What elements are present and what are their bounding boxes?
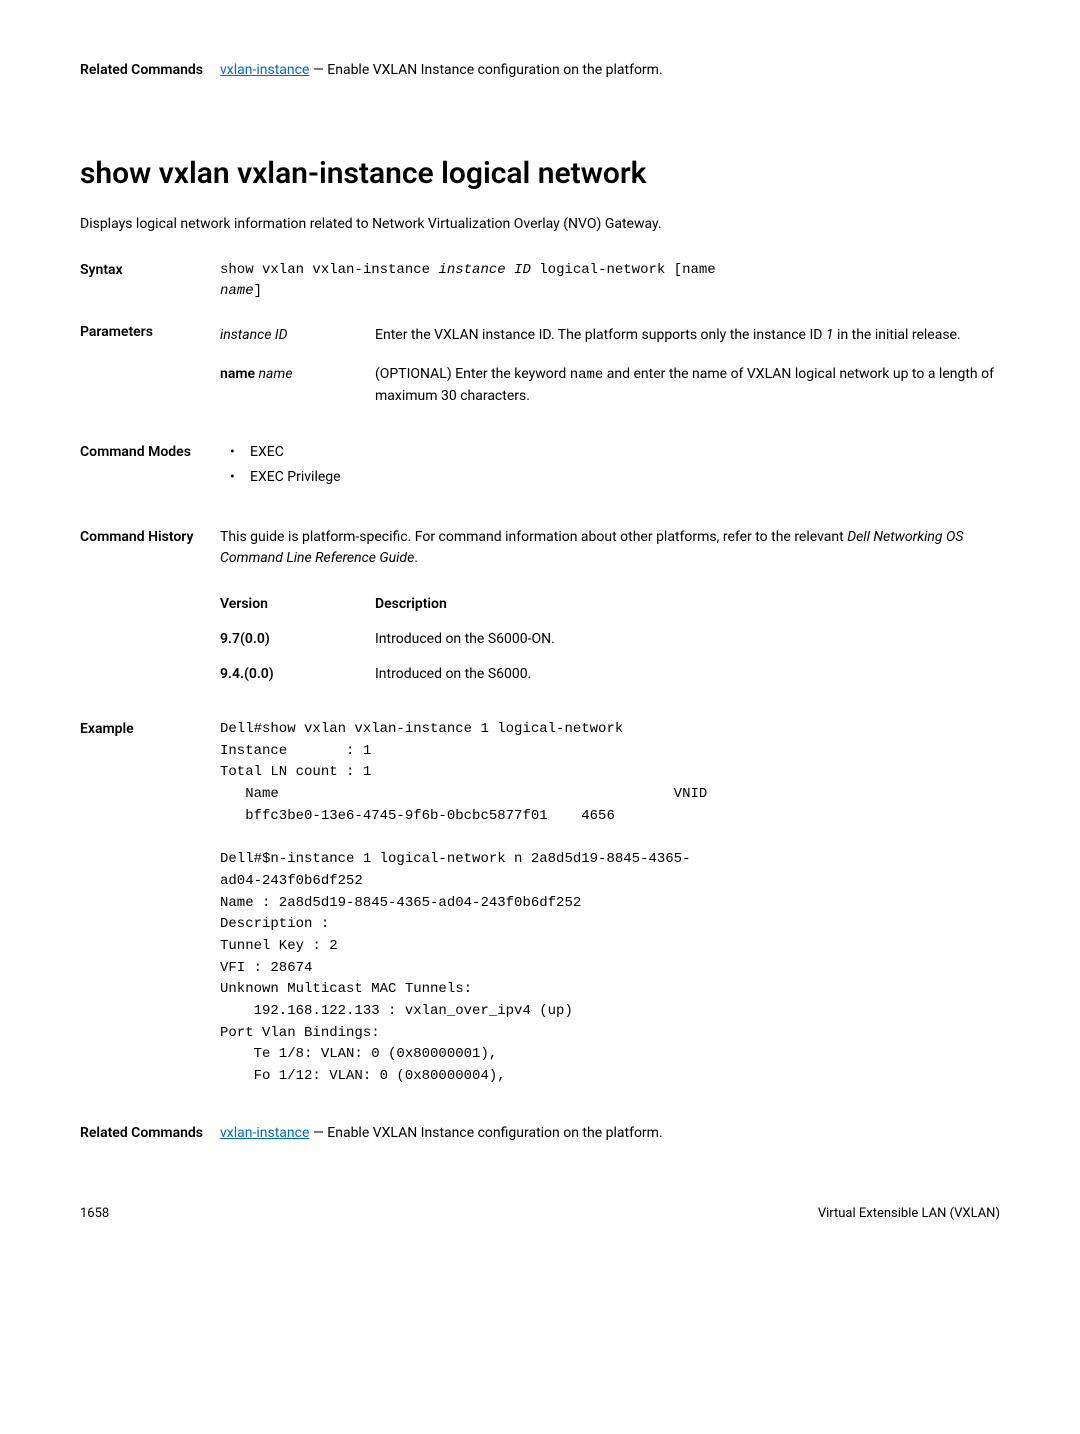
bottom-related-label-text: Related Commands [80, 1125, 203, 1141]
example-content: Dell#show vxlan vxlan-instance 1 logical… [220, 719, 1000, 1088]
mode-item-0: EXEC [230, 442, 1000, 463]
history-label: Command History [80, 527, 220, 548]
history-intro-post: . [414, 550, 418, 566]
history-row-0: 9.7(0.0) Introduced on the S6000-ON. [220, 629, 1000, 650]
param-table: instance ID Enter the VXLAN instance ID.… [220, 325, 1000, 407]
param-name-0: instance ID [220, 325, 375, 346]
syntax-post: logical-network [name [531, 262, 724, 278]
bottom-related-commands: Related Commands vxlan-instance — Enable… [80, 1123, 1000, 1144]
parameters-row: Parameters instance ID Enter the VXLAN i… [80, 322, 1000, 407]
modes-label: Command Modes [80, 442, 220, 463]
example-row: Example Dell#show vxlan vxlan-instance 1… [80, 719, 1000, 1088]
label-text: Related Commands [80, 62, 203, 78]
param-desc-0: Enter the VXLAN instance ID. The platfor… [375, 325, 1000, 346]
page-number: 1658 [80, 1204, 109, 1224]
bottom-related-content: vxlan-instance — Enable VXLAN Instance c… [220, 1123, 1000, 1144]
param-desc-0-post: in the initial release. [834, 327, 961, 343]
top-related-content: vxlan-instance — Enable VXLAN Instance c… [220, 60, 1000, 81]
param-desc-0-it: 1 [826, 327, 834, 343]
page-footer: 1658 Virtual Extensible LAN (VXLAN) [80, 1204, 1000, 1224]
syntax-it1: instance ID [438, 262, 530, 278]
param-desc-0-pre: Enter the VXLAN instance ID. The platfor… [375, 327, 826, 343]
param-row-0: instance ID Enter the VXLAN instance ID.… [220, 325, 1000, 346]
history-header-desc: Description [375, 594, 1000, 615]
section-intro: Displays logical network information rel… [80, 214, 1000, 235]
top-related-commands: Related Commands vxlan-instance — Enable… [80, 60, 1000, 81]
param-name-1-bold: name [220, 366, 255, 382]
history-header: Version Description [220, 594, 1000, 615]
modes-row: Command Modes EXEC EXEC Privilege [80, 442, 1000, 492]
syntax-close: ] [254, 283, 262, 299]
history-version-0: 9.7(0.0) [220, 629, 375, 650]
modes-content: EXEC EXEC Privilege [220, 442, 1000, 492]
history-desc-1: Introduced on the S6000. [375, 664, 1000, 685]
history-intro: This guide is platform-specific. For com… [220, 527, 1000, 569]
mode-item-1: EXEC Privilege [230, 467, 1000, 488]
vxlan-instance-link-top[interactable]: vxlan-instance [220, 62, 309, 78]
modes-list: EXEC EXEC Privilege [220, 442, 1000, 488]
vxlan-instance-link-bottom[interactable]: vxlan-instance [220, 1125, 309, 1141]
syntax-content: show vxlan vxlan-instance instance ID lo… [220, 260, 1000, 302]
parameters-label: Parameters [80, 322, 220, 343]
syntax-it2: name [220, 283, 254, 299]
parameters-content: instance ID Enter the VXLAN instance ID.… [220, 322, 1000, 407]
param-name-1-it: name [259, 366, 293, 382]
history-version-1: 9.4.(0.0) [220, 664, 375, 685]
history-row-1: 9.4.(0.0) Introduced on the S6000. [220, 664, 1000, 685]
history-row: Command History This guide is platform-s… [80, 527, 1000, 699]
footer-title: Virtual Extensible LAN (VXLAN) [818, 1204, 1000, 1224]
history-content: This guide is platform-specific. For com… [220, 527, 1000, 699]
param-name-1: name name [220, 364, 375, 385]
syntax-row: Syntax show vxlan vxlan-instance instanc… [80, 260, 1000, 302]
bottom-related-text: — Enable VXLAN Instance configuration on… [309, 1125, 662, 1141]
history-intro-pre: This guide is platform-specific. For com… [220, 529, 847, 545]
section-title: show vxlan vxlan-instance logical networ… [80, 151, 1000, 196]
syntax-pre: show vxlan vxlan-instance [220, 262, 438, 278]
param-desc-1: (OPTIONAL) Enter the keyword name and en… [375, 364, 1000, 407]
top-related-text: — Enable VXLAN Instance configuration on… [309, 62, 662, 78]
bottom-related-label: Related Commands [80, 1123, 220, 1144]
history-table: Version Description 9.7(0.0) Introduced … [220, 594, 1000, 699]
param-row-1: name name (OPTIONAL) Enter the keyword n… [220, 364, 1000, 407]
example-label: Example [80, 719, 220, 740]
syntax-label: Syntax [80, 260, 220, 281]
param-desc-1-pre: (OPTIONAL) Enter the keyword [375, 366, 570, 382]
top-related-label: Related Commands [80, 60, 220, 81]
history-header-version: Version [220, 594, 375, 615]
param-desc-1-mono: name [570, 367, 604, 383]
history-desc-0: Introduced on the S6000-ON. [375, 629, 1000, 650]
